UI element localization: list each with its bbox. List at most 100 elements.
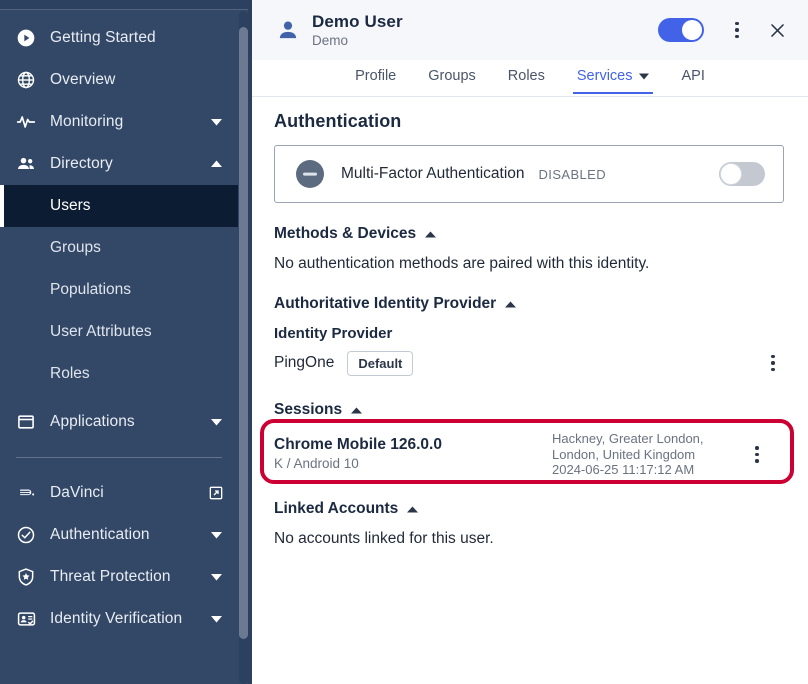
table-row[interactable]: Chrome Mobile 126.0.0 K / Android 10 Hac… [274, 431, 784, 478]
identity-provider-field-label: Identity Provider [274, 325, 784, 342]
sessions-label: Sessions [274, 401, 342, 419]
linked-accounts-label: Linked Accounts [274, 500, 398, 518]
chevron-up-icon[interactable] [351, 401, 362, 419]
identity-provider-row: PingOne Default [274, 349, 784, 377]
mfa-card: Multi-Factor Authentication DISABLED [274, 145, 784, 203]
chevron-up-icon[interactable] [407, 500, 418, 518]
dot [755, 453, 759, 457]
sidebar-scrollbar[interactable] [239, 11, 248, 684]
sidebar-item-list: Getting Started Overview [0, 11, 252, 640]
header-more-menu-icon[interactable] [726, 16, 748, 44]
session-location-time: Hackney, Greater London, London, United … [552, 431, 740, 478]
sidebar-item-label: Authentication [50, 526, 208, 544]
sidebar-item-label: Roles [50, 365, 90, 383]
chevron-up-icon[interactable] [425, 225, 436, 243]
mfa-status-badge: DISABLED [539, 167, 719, 182]
status-badge: Default [347, 351, 413, 376]
chevron-down-icon[interactable] [208, 418, 224, 426]
tab-label: Profile [355, 68, 396, 84]
sidebar-item-label: Populations [50, 281, 131, 299]
play-circle-icon [14, 26, 38, 50]
minus-circle-icon [295, 159, 325, 189]
dot [755, 446, 759, 450]
tab-profile[interactable]: Profile [339, 60, 412, 93]
chevron-down-icon[interactable] [639, 68, 649, 84]
user-enabled-toggle[interactable] [658, 18, 704, 42]
tab-api[interactable]: API [665, 60, 720, 93]
sidebar-item-users[interactable]: Users [0, 185, 238, 227]
dot [735, 35, 739, 39]
services-content: Authentication Multi-Factor Authenticati… [252, 97, 808, 548]
tab-label: Roles [508, 68, 545, 84]
sidebar-item-label: Users [50, 197, 90, 215]
dot [771, 361, 775, 365]
session-menu-icon[interactable] [746, 440, 768, 468]
detail-tabs: Profile Groups Roles Services API [252, 60, 808, 97]
sidebar-item-directory[interactable]: Directory [0, 143, 238, 185]
sidebar-item-getting-started[interactable]: Getting Started [0, 17, 238, 59]
user-identity: Demo User Demo [312, 11, 658, 50]
tab-roles[interactable]: Roles [492, 60, 561, 93]
sidebar-item-monitoring[interactable]: Monitoring [0, 101, 238, 143]
sidebar-item-populations[interactable]: Populations [0, 269, 238, 311]
linked-accounts-empty-text: No accounts linked for this user. [274, 530, 784, 548]
chevron-up-icon[interactable] [505, 295, 516, 313]
person-icon [274, 17, 302, 43]
tab-services[interactable]: Services [561, 60, 666, 93]
sidebar-item-user-attributes[interactable]: User Attributes [0, 311, 238, 353]
session-device-info: Chrome Mobile 126.0.0 K / Android 10 [274, 435, 552, 473]
page-title: Demo User [312, 11, 658, 32]
tab-groups[interactable]: Groups [412, 60, 492, 93]
tab-label: Services [577, 68, 633, 84]
tab-label: API [681, 68, 704, 84]
panel-header: Demo User Demo [252, 0, 808, 60]
sidebar-item-roles[interactable]: Roles [0, 353, 238, 395]
sidebar-item-authentication[interactable]: Authentication [0, 514, 238, 556]
sidebar-item-identity-verification[interactable]: Identity Verification [0, 598, 238, 640]
dot [771, 355, 775, 359]
toggle-knob [682, 20, 702, 40]
session-location-line2: London, United Kingdom [552, 447, 740, 463]
sidebar-item-davinci[interactable]: DaVinci [0, 472, 238, 514]
sidebar-item-label: Identity Verification [50, 610, 208, 628]
authoritative-idp-heading[interactable]: Authoritative Identity Provider [274, 295, 784, 313]
methods-devices-label: Methods & Devices [274, 225, 416, 243]
toggle-knob [720, 163, 742, 185]
close-icon[interactable] [760, 13, 794, 47]
session-location-line1: Hackney, Greater London, [552, 431, 740, 447]
chevron-down-icon[interactable] [208, 573, 224, 581]
session-os: K / Android 10 [274, 455, 552, 473]
sidebar-item-label: Applications [50, 413, 208, 431]
chevron-up-icon[interactable] [208, 160, 224, 168]
sidebar-scrollbar-thumb[interactable] [239, 27, 248, 639]
mfa-toggle[interactable] [719, 162, 765, 186]
sidebar-scroll-area: Getting Started Overview [0, 11, 252, 684]
people-icon [14, 152, 38, 176]
sidebar-item-applications[interactable]: Applications [0, 401, 238, 443]
sessions-heading[interactable]: Sessions [274, 401, 784, 419]
sidebar-item-label: Directory [50, 155, 208, 173]
section-title-authentication: Authentication [274, 111, 784, 132]
external-link-icon[interactable] [208, 485, 224, 501]
dot [735, 22, 739, 26]
sidebar-top-strip [0, 0, 252, 10]
sidebar-item-overview[interactable]: Overview [0, 59, 238, 101]
pulse-icon [14, 110, 38, 134]
sidebar-item-threat-protection[interactable]: Threat Protection [0, 556, 238, 598]
chevron-down-icon[interactable] [208, 615, 224, 623]
methods-devices-empty-text: No authentication methods are paired wit… [274, 255, 784, 273]
chevron-down-icon[interactable] [208, 531, 224, 539]
sidebar-item-label: Threat Protection [50, 568, 208, 586]
chevron-down-icon[interactable] [208, 118, 224, 126]
identity-provider-name: PingOne [274, 354, 334, 372]
linked-accounts-heading[interactable]: Linked Accounts [274, 500, 784, 518]
identity-provider-menu-icon[interactable] [762, 349, 784, 377]
sidebar-item-label: User Attributes [50, 323, 152, 341]
sidebar-item-groups[interactable]: Groups [0, 227, 238, 269]
methods-devices-heading[interactable]: Methods & Devices [274, 225, 784, 243]
sidebar-item-label: Groups [50, 239, 101, 257]
user-detail-panel: Demo User Demo Profile Groups [252, 0, 808, 684]
page-subtitle: Demo [312, 32, 658, 50]
dot [735, 28, 739, 32]
sidebar-item-label: Monitoring [50, 113, 208, 131]
